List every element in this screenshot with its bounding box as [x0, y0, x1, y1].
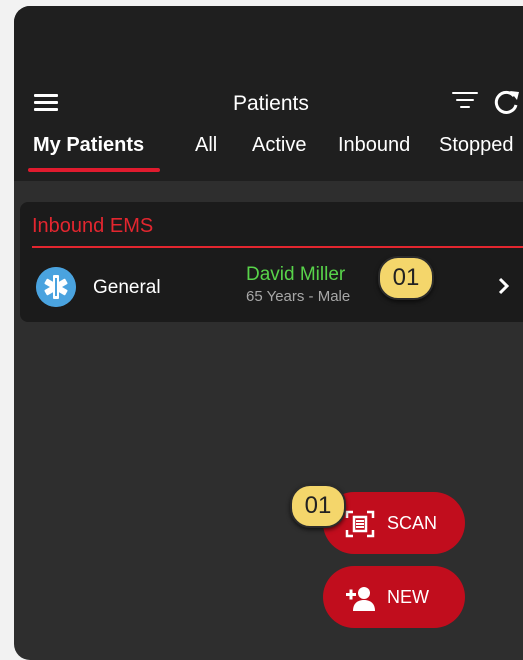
filter-icon[interactable]	[452, 92, 478, 112]
tab-all[interactable]: All	[195, 134, 217, 157]
tab-active[interactable]: Active	[252, 134, 306, 157]
section-divider	[32, 246, 523, 248]
add-person-icon	[346, 587, 375, 611]
tab-inbound[interactable]: Inbound	[338, 134, 410, 157]
scan-button-label: SCAN	[387, 513, 438, 533]
refresh-icon[interactable]	[492, 88, 522, 116]
app-header: Patients My Patients All Active Inbound …	[14, 6, 523, 181]
active-tab-indicator	[28, 168, 160, 172]
callout-badge-scan: 01	[290, 484, 346, 528]
new-button-label: NEW	[387, 587, 429, 607]
scan-document-icon	[345, 510, 375, 538]
page-title: Patients	[233, 92, 309, 115]
star-of-life-icon	[36, 267, 76, 307]
callout-badge: 01	[378, 256, 434, 300]
app-screen: Patients My Patients All Active Inbound …	[14, 6, 523, 660]
patient-age-sex: 65 Years - Male	[246, 288, 351, 305]
patient-name: David Miller	[246, 264, 346, 285]
tab-stopped[interactable]: Stopped	[439, 134, 514, 157]
tab-my-patients[interactable]: My Patients	[33, 134, 144, 157]
section-title: Inbound EMS	[32, 215, 154, 237]
hamburger-menu-icon[interactable]	[34, 94, 58, 114]
chevron-right-icon[interactable]	[496, 274, 512, 298]
patient-category: General	[93, 277, 161, 298]
new-patient-button[interactable]: NEW	[323, 566, 465, 628]
inbound-ems-section: Inbound EMS General David Miller 65 Year…	[20, 202, 523, 322]
